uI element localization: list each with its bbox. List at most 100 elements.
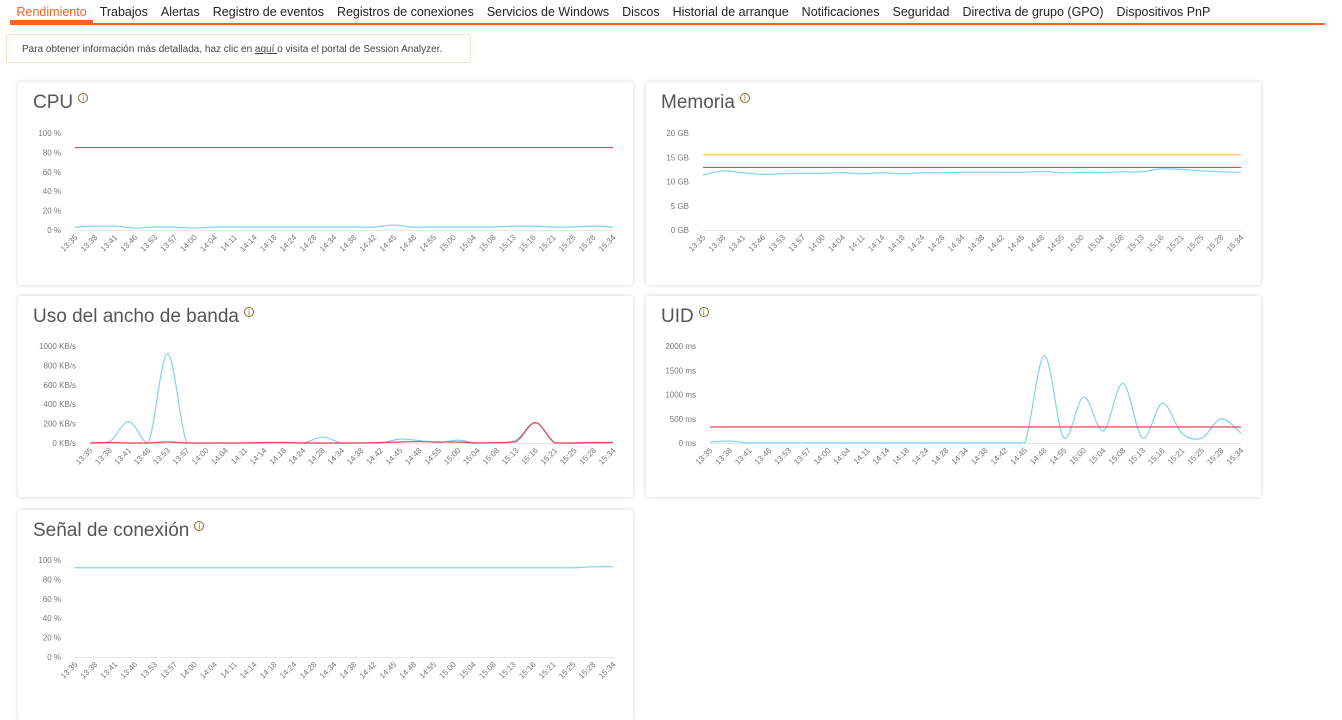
x-tick-label: 14:42 [364, 446, 385, 467]
x-tick-label: 13:46 [132, 446, 153, 467]
x-tick-label: 15:16 [519, 446, 540, 467]
tab-registro-eventos[interactable]: Registro de eventos [206, 0, 330, 23]
x-tick-label: 13:46 [747, 233, 768, 254]
y-tick-label: 2000 ms [665, 342, 696, 351]
x-tick-label: 13:46 [119, 233, 140, 254]
y-tick-label: 20 GB [666, 129, 689, 138]
x-tick-label: 15:13 [1125, 233, 1146, 254]
tab-gpo[interactable]: Directiva de grupo (GPO) [956, 0, 1110, 23]
x-tick-label: 15:21 [537, 660, 558, 681]
y-tick-label: 60 % [43, 595, 61, 604]
details-link[interactable]: aquí [255, 44, 277, 55]
senal-panel: Señal de conexión i 0 % 20 % 40 % 60 % 80 % 100… [18, 510, 633, 720]
x-tick-label: 13:35 [74, 446, 95, 467]
x-tick-label: 13:57 [159, 660, 180, 681]
ancho-banda-panel: Uso del ancho de banda i 0 KB/s 200 KB/s 400… [18, 296, 633, 497]
x-tick-label: 15:13 [500, 446, 521, 467]
x-tick-label: 15:28 [577, 660, 598, 681]
x-tick-label: 13:38 [93, 446, 114, 467]
tab-discos[interactable]: Discos [616, 0, 667, 23]
x-tick-label: 15:25 [558, 446, 579, 467]
x-tick-label: 13:57 [171, 446, 192, 467]
memoria-panel: Memoria i 0 GB 5 GB 10 GB 15 GB 20 GB 13:35 13:3… [646, 82, 1261, 285]
x-tick-label: 14:18 [258, 660, 279, 681]
tab-pnp[interactable]: Dispositivos PnP [1110, 0, 1217, 23]
x-tick-label: 13:38 [79, 233, 100, 254]
x-tick-label: 15:04 [457, 233, 478, 254]
y-tick-label: 1000 ms [665, 391, 696, 400]
y-tick-label: 40 % [43, 187, 61, 196]
x-tick-label: 14:14 [238, 233, 259, 254]
x-tick-label: 14:14 [871, 446, 892, 467]
y-tick-label: 0 % [47, 226, 61, 235]
y-tick-label: 1000 KB/s [39, 342, 76, 351]
x-tick-label: 14:28 [926, 233, 947, 254]
y-tick-label: 800 KB/s [44, 361, 76, 370]
x-tick-label: 14:38 [969, 446, 990, 467]
uid-panel: UID i 0 ms 500 ms 1000 ms 1500 ms 2000 ms 13:35… [646, 296, 1261, 497]
y-tick-label: 500 ms [670, 415, 696, 424]
x-tick-label: 13:57 [787, 233, 808, 254]
tab-registros-conexiones[interactable]: Registros de conexiones [330, 0, 480, 23]
x-tick-label: 14:04 [198, 660, 219, 681]
x-tick-label: 14:34 [950, 446, 971, 467]
x-tick-label: 14:14 [248, 446, 269, 467]
x-tick-label: 14:42 [986, 233, 1007, 254]
x-tick-label: 15:08 [477, 660, 498, 681]
x-tick-label: 15:04 [461, 446, 482, 467]
y-tick-label: 200 KB/s [44, 420, 76, 429]
x-tick-label: 15:28 [1205, 233, 1226, 254]
tab-notificaciones[interactable]: Notificaciones [795, 0, 886, 23]
x-tick-label: 15:00 [437, 660, 458, 681]
x-tick-label: 14:18 [258, 233, 279, 254]
tab-seguridad[interactable]: Seguridad [886, 0, 956, 23]
ancho-banda-chart: 0 KB/s 200 KB/s 400 KB/s 600 KB/s 800 KB/s 10… [39, 342, 618, 467]
x-tick-label: 15:08 [1105, 233, 1126, 254]
uid-chart: 0 ms 500 ms 1000 ms 1500 ms 2000 ms 13:35 13:3… [665, 342, 1245, 467]
x-tick-label: 15:25 [1185, 233, 1206, 254]
x-tick-label: 14:28 [306, 446, 327, 467]
x-tick-label: 15:00 [1068, 446, 1089, 467]
tab-historial-arranque[interactable]: Historial de arranque [666, 0, 795, 23]
x-tick-label: 13:41 [99, 660, 120, 681]
x-tick-label: 15:04 [457, 660, 478, 681]
x-tick-label: 13:38 [714, 446, 735, 467]
x-tick-label: 14:55 [418, 233, 439, 254]
x-tick-label: 15:21 [1165, 233, 1186, 254]
x-tick-label: 14:55 [1046, 233, 1067, 254]
x-tick-label: 15:34 [597, 660, 618, 681]
info-banner: Para obtener información más detallada, … [6, 34, 471, 63]
x-tick-label: 14:18 [886, 233, 907, 254]
x-tick-label: 14:45 [1009, 446, 1030, 467]
x-tick-label: 15:16 [1145, 233, 1166, 254]
x-tick-label: 14:55 [423, 446, 444, 467]
x-tick-label: 13:38 [79, 660, 100, 681]
x-tick-label: 14:04 [198, 233, 219, 254]
tab-alertas[interactable]: Alertas [154, 0, 206, 23]
x-tick-label: 14:45 [378, 660, 399, 681]
x-tick-label: 15:21 [1166, 446, 1187, 467]
x-tick-label: 14:11 [229, 446, 249, 466]
info-text-before: Para obtener información más detallada, … [22, 44, 255, 55]
y-tick-label: 20 % [43, 634, 61, 643]
x-tick-label: 14:11 [852, 446, 872, 466]
x-tick-label: 15:00 [437, 233, 458, 254]
x-tick-label: 14:04 [832, 446, 853, 467]
tab-trabajos[interactable]: Trabajos [93, 0, 154, 23]
x-tick-label: 15:25 [1186, 446, 1207, 467]
senal-chart: 0 %20 %40 %60 %80 %100 %13:35 13:38 13:41 1… [38, 556, 618, 681]
y-tick-label: 40 % [43, 614, 61, 623]
tab-servicios-windows[interactable]: Servicios de Windows [480, 0, 615, 23]
x-tick-label: 14:24 [278, 660, 299, 681]
x-tick-label: 14:00 [812, 446, 833, 467]
tab-rendimiento[interactable]: Rendimiento [10, 0, 94, 23]
x-tick-label: 14:48 [398, 233, 419, 254]
y-tick-label: 20 % [43, 207, 61, 216]
x-tick-label: 14:24 [910, 446, 931, 467]
x-tick-label: 14:00 [178, 660, 199, 681]
x-tick-label: 14:48 [403, 446, 424, 467]
x-tick-label: 14:18 [268, 446, 289, 467]
series-line [89, 353, 614, 444]
series-line [89, 422, 614, 444]
cpu-panel: CPU i 0 % 20 % 40 % 60 % 80 % 100 % 13:35 13:38 13… [18, 82, 633, 285]
